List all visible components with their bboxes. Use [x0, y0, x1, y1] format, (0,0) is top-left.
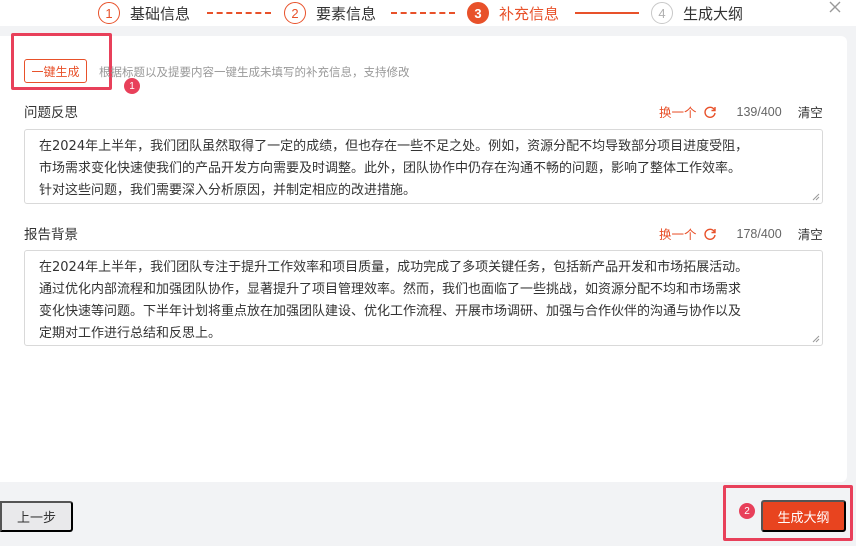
field-tools: 换一个 139/400 清空 — [659, 102, 823, 121]
step-basic-info[interactable]: 1 基础信息 — [98, 0, 190, 26]
report-background-textarea[interactable]: 在2024年上半年，我们团队专注于提升工作效率和项目质量，成功完成了多项关键任务… — [24, 250, 823, 346]
field-title-report-background: 报告背景 — [24, 227, 78, 243]
refresh-icon — [703, 228, 716, 240]
field-title-problem-reflection: 问题反思 — [24, 105, 78, 121]
resize-handle-icon[interactable] — [812, 193, 820, 201]
generate-all-hint: 根据标题以及提要内容一键生成未填写的补充信息，支持修改 — [99, 65, 410, 79]
previous-step-button[interactable]: 上一步 — [0, 501, 73, 532]
swap-label: 换一个 — [659, 105, 697, 120]
generate-all-button[interactable]: 一键生成 — [24, 59, 87, 83]
char-count: 178/400 — [736, 226, 782, 241]
text-line: 市场需求变化快速使我们的产品开发方向需要及时调整。此外，团队协作中仍存在沟通不畅… — [39, 161, 742, 176]
annotation-badge: 2 — [739, 503, 755, 519]
step-label: 基础信息 — [130, 4, 191, 23]
step-connector — [391, 12, 455, 14]
close-icon[interactable] — [828, 0, 842, 14]
text-line: 针对这些问题，我们需要深入分析原因，并制定相应的改进措施。 — [39, 183, 417, 198]
step-number: 4 — [651, 2, 673, 24]
step-connector — [207, 12, 271, 14]
generate-outline-button[interactable]: 生成大纲 — [761, 500, 846, 532]
clear-button[interactable]: 清空 — [798, 224, 823, 243]
resize-handle-icon[interactable] — [812, 335, 820, 343]
step-number: 3 — [467, 2, 489, 24]
step-supplement-info[interactable]: 3 补充信息 — [467, 0, 559, 26]
field-tools: 换一个 178/400 清空 — [659, 224, 823, 243]
annotation-badge: 1 — [124, 78, 140, 94]
step-label: 生成大纲 — [683, 4, 744, 23]
text-line: 在2024年上半年，我们团队虽然取得了一定的成绩，但也存在一些不足之处。例如，资… — [39, 139, 749, 154]
step-progress-bar: 1 基础信息 2 要素信息 3 补充信息 4 生成大纲 — [0, 0, 856, 26]
refresh-icon — [703, 106, 716, 118]
text-line: 定期对工作进行总结和反思上。 — [39, 326, 222, 341]
text-line: 在2024年上半年，我们团队专注于提升工作效率和项目质量，成功完成了多项关键任务… — [39, 260, 749, 275]
swap-label: 换一个 — [659, 227, 697, 242]
step-label: 补充信息 — [499, 4, 560, 23]
swap-button[interactable]: 换一个 — [659, 224, 717, 243]
step-generate-outline[interactable]: 4 生成大纲 — [651, 0, 743, 26]
text-line: 通过优化内部流程和加强团队协作，显著提升了项目管理效率。然而，我们也面临了一些挑… — [39, 282, 742, 297]
step-number: 1 — [98, 2, 120, 24]
step-element-info[interactable]: 2 要素信息 — [284, 0, 376, 26]
text-line: 变化快速等问题。下半年计划将重点放在加强团队建设、优化工作流程、开展市场调研、加… — [39, 304, 742, 319]
problem-reflection-textarea[interactable]: 在2024年上半年，我们团队虽然取得了一定的成绩，但也存在一些不足之处。例如，资… — [24, 129, 823, 204]
swap-button[interactable]: 换一个 — [659, 102, 717, 121]
step-label: 要素信息 — [316, 4, 377, 23]
clear-button[interactable]: 清空 — [798, 102, 823, 121]
step-number: 2 — [284, 2, 306, 24]
char-count: 139/400 — [736, 104, 782, 119]
step-connector — [575, 12, 639, 14]
